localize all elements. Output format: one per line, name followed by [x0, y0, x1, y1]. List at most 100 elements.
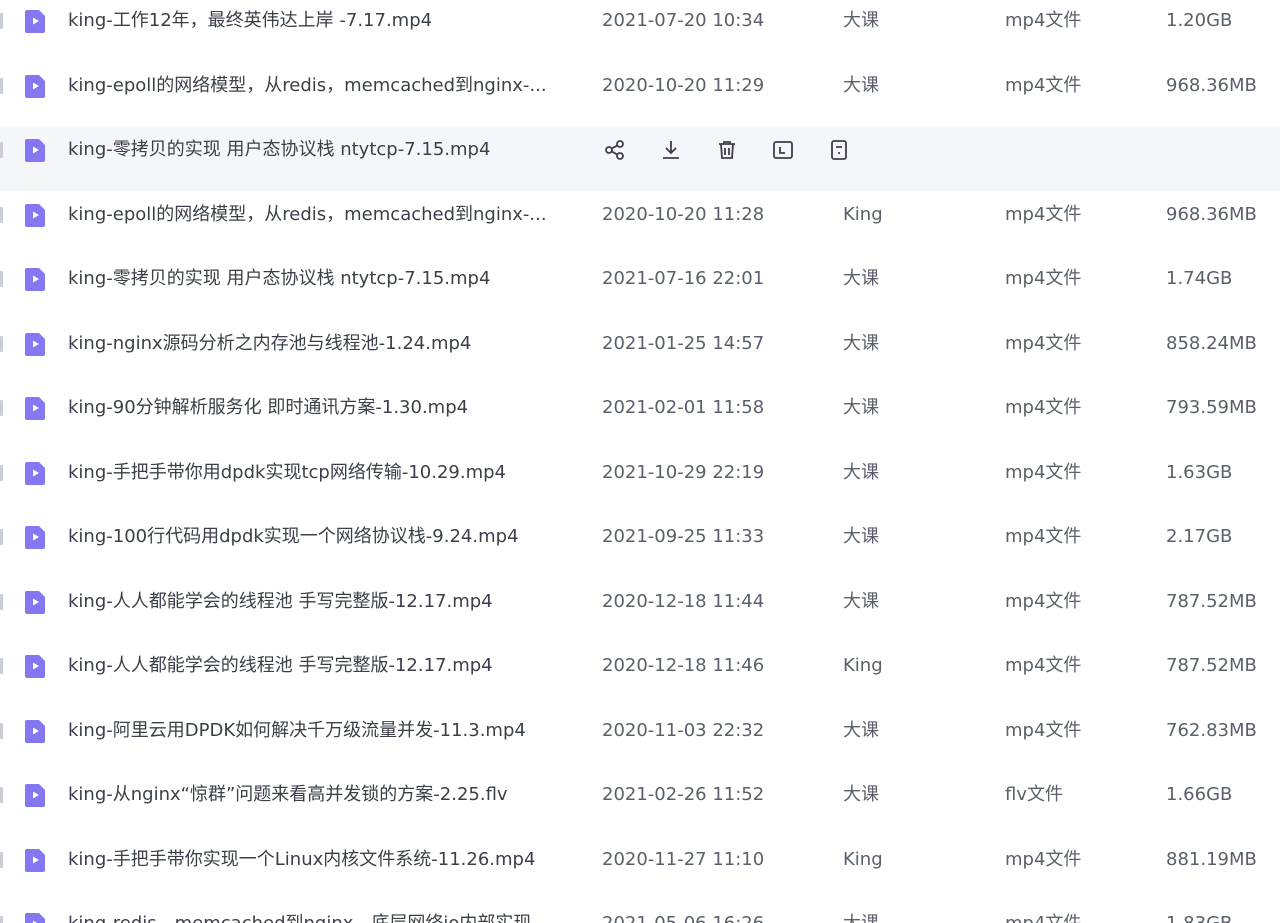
file-date: 2021-07-16 22:01 — [602, 268, 765, 289]
video-file-icon — [24, 524, 48, 550]
video-file-icon — [24, 266, 48, 292]
file-type: mp4文件 — [1005, 203, 1082, 225]
file-size: 881.19MB — [1166, 848, 1257, 870]
file-type: mp4文件 — [1005, 590, 1082, 612]
file-type: mp4文件 — [1005, 848, 1082, 870]
file-name[interactable]: king-nginx源码分析之内存池与线程池-1.24.mp4 — [68, 332, 572, 356]
file-name[interactable]: king-零拷贝的实现 用户态协议栈 ntytcp-7.15.mp4 — [68, 267, 572, 291]
file-name[interactable]: king-工作12年，最终英伟达上岸 -7.17.mp4 — [68, 9, 572, 33]
file-date: 2020-11-27 11:10 — [602, 848, 765, 870]
delete-icon[interactable] — [714, 137, 740, 163]
file-row[interactable]: king-人人都能学会的线程池 手写完整版-12.17.mp4 2020-12-1… — [0, 578, 1280, 643]
row-checkbox[interactable] — [0, 658, 3, 674]
file-name[interactable]: king-redis，memcached到nginx，底层网络io内部实现 — [68, 912, 572, 923]
file-row[interactable]: king-零拷贝的实现 用户态协议栈 ntytcp-7.15.mp4 2021-0… — [0, 256, 1280, 320]
file-name[interactable]: king-人人都能学会的线程池 手写完整版-12.17.mp4 — [68, 654, 572, 678]
file-size: 1.63GB — [1166, 461, 1233, 483]
file-type: mp4文件 — [1005, 526, 1082, 547]
file-size: 968.36MB — [1166, 203, 1257, 225]
file-size: 793.59MB — [1166, 397, 1257, 418]
row-checkbox[interactable] — [0, 206, 3, 223]
row-checkbox[interactable] — [0, 722, 3, 739]
file-row[interactable]: king-手把手带你用dpdk实现tcp网络传输-10.29.mp4 2021-1… — [0, 449, 1280, 514]
file-name[interactable]: king-手把手带你实现一个Linux内核文件系统-11.26.mp4 — [68, 848, 572, 872]
file-list: king-工作12年，最终英伟达上岸 -7.17.mp4 2021-07-20 1… — [0, 0, 1280, 923]
file-source: 大课 — [843, 461, 879, 483]
file-date: 2021-02-26 11:52 — [602, 784, 765, 805]
row-checkbox[interactable] — [0, 77, 3, 94]
file-row[interactable]: king-nginx源码分析之内存池与线程池-1.24.mp4 2021-01-2… — [0, 320, 1280, 385]
file-name[interactable]: king-手把手带你用dpdk实现tcp网络传输-10.29.mp4 — [68, 461, 572, 485]
row-checkbox[interactable] — [0, 13, 3, 29]
file-type: mp4文件 — [1005, 912, 1125, 923]
row-checkbox[interactable] — [0, 400, 3, 416]
file-row[interactable]: king-epoll的网络模型，从redis，memcached到nginx-.… — [0, 62, 1280, 127]
row-actions — [602, 137, 852, 163]
row-checkbox[interactable] — [0, 335, 3, 352]
download-icon[interactable] — [658, 137, 684, 163]
file-date: 2020-11-03 22:32 — [602, 719, 765, 741]
file-type: mp4文件 — [1005, 461, 1082, 483]
file-date: 2020-10-20 11:29 — [602, 74, 765, 96]
file-source: 大课 — [843, 10, 879, 31]
file-size: 787.52MB — [1166, 590, 1257, 612]
file-row[interactable]: king-epoll的网络模型，从redis，memcached到nginx-.… — [0, 191, 1280, 256]
file-source: 大课 — [843, 332, 879, 354]
video-file-icon — [24, 8, 48, 34]
row-checkbox[interactable] — [0, 787, 3, 803]
row-checkbox[interactable] — [0, 916, 3, 923]
file-row[interactable]: king-零拷贝的实现 用户态协议栈 ntytcp-7.15.mp4 — [0, 127, 1280, 191]
file-row[interactable]: king-工作12年，最终英伟达上岸 -7.17.mp4 2021-07-20 1… — [0, 0, 1280, 62]
file-type: mp4文件 — [1005, 268, 1082, 289]
file-size: 1.83GB — [1166, 912, 1278, 923]
file-row[interactable]: king-redis，memcached到nginx，底层网络io内部实现 202… — [0, 901, 1280, 923]
row-checkbox[interactable] — [0, 142, 3, 158]
video-file-icon — [24, 395, 48, 421]
file-date: 2021-05-06 16:26 — [602, 912, 802, 923]
file-size: 787.52MB — [1166, 655, 1257, 676]
file-source: 大课 — [843, 268, 879, 289]
file-name[interactable]: king-epoll的网络模型，从redis，memcached到nginx-.… — [68, 74, 572, 98]
video-file-icon — [24, 782, 48, 808]
file-type: mp4文件 — [1005, 10, 1082, 31]
file-row[interactable]: king-手把手带你实现一个Linux内核文件系统-11.26.mp4 2020-… — [0, 836, 1280, 901]
file-date: 2021-07-20 10:34 — [602, 10, 765, 31]
file-row[interactable]: king-人人都能学会的线程池 手写完整版-12.17.mp4 2020-12-1… — [0, 643, 1280, 707]
file-row[interactable]: king-90分钟解析服务化 即时通讯方案-1.30.mp4 2021-02-01… — [0, 385, 1280, 449]
file-type: flv文件 — [1005, 784, 1063, 805]
file-type: mp4文件 — [1005, 655, 1082, 676]
file-source: 大课 — [843, 397, 879, 418]
file-name[interactable]: king-人人都能学会的线程池 手写完整版-12.17.mp4 — [68, 590, 572, 614]
file-name[interactable]: king-零拷贝的实现 用户态协议栈 ntytcp-7.15.mp4 — [68, 138, 572, 162]
rename-icon[interactable] — [770, 137, 796, 163]
file-date: 2020-12-18 11:44 — [602, 590, 765, 612]
more-icon[interactable] — [826, 137, 852, 163]
video-file-icon — [24, 202, 48, 228]
row-checkbox[interactable] — [0, 529, 3, 545]
row-checkbox[interactable] — [0, 464, 3, 481]
row-checkbox[interactable] — [0, 851, 3, 868]
file-size: 2.17GB — [1166, 526, 1233, 547]
share-icon[interactable] — [602, 137, 628, 163]
file-name[interactable]: king-epoll的网络模型，从redis，memcached到nginx-.… — [68, 203, 572, 227]
video-file-icon — [24, 653, 48, 679]
file-source: 大课 — [843, 526, 879, 547]
file-date: 2020-10-20 11:28 — [602, 203, 765, 225]
file-name[interactable]: king-90分钟解析服务化 即时通讯方案-1.30.mp4 — [68, 396, 572, 420]
file-name[interactable]: king-100行代码用dpdk实现一个网络协议栈-9.24.mp4 — [68, 525, 572, 549]
file-size: 1.74GB — [1166, 268, 1233, 289]
video-file-icon — [24, 460, 48, 486]
video-file-icon — [24, 137, 48, 163]
file-source: King — [843, 655, 883, 676]
row-checkbox[interactable] — [0, 593, 3, 610]
file-size: 858.24MB — [1166, 332, 1257, 354]
video-file-icon — [24, 331, 48, 357]
file-name[interactable]: king-从nginx“惊群”问题来看高并发锁的方案-2.25.flv — [68, 783, 572, 807]
file-source: 大课 — [843, 719, 879, 741]
row-checkbox[interactable] — [0, 271, 3, 287]
file-row[interactable]: king-阿里云用DPDK如何解决千万级流量并发-11.3.mp4 2020-11… — [0, 707, 1280, 772]
file-date: 2020-12-18 11:46 — [602, 655, 765, 676]
file-name[interactable]: king-阿里云用DPDK如何解决千万级流量并发-11.3.mp4 — [68, 719, 572, 743]
file-row[interactable]: king-从nginx“惊群”问题来看高并发锁的方案-2.25.flv 2021-… — [0, 772, 1280, 836]
file-row[interactable]: king-100行代码用dpdk实现一个网络协议栈-9.24.mp4 2021-0… — [0, 514, 1280, 578]
